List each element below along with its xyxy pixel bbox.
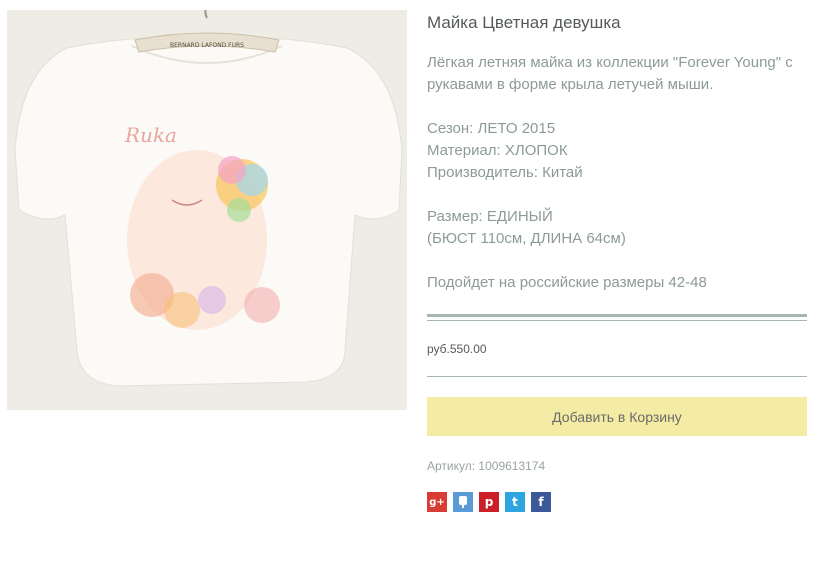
sku-label: Артикул: xyxy=(427,459,476,473)
divider xyxy=(427,314,807,317)
product-title: Майка Цветная девушка xyxy=(427,13,621,32)
share-buttons: g+ p t f xyxy=(427,492,807,512)
twitter-icon[interactable]: t xyxy=(505,492,525,512)
spec-season: Сезон: ЛЕТО 2015 xyxy=(427,120,556,137)
spec-manufacturer: Производитель: Китай xyxy=(427,164,583,181)
digg-shape xyxy=(459,496,467,508)
fit-note: Подойдет на российские размеры 42-48 xyxy=(427,274,707,291)
pinterest-icon[interactable]: p xyxy=(479,492,499,512)
sku: Артикул: 1009613174 xyxy=(427,458,807,474)
product-info: Майка Цветная девушка Лёгкая летняя майк… xyxy=(427,10,807,512)
spec-material: Материал: ХЛОПОК xyxy=(427,142,568,159)
tshirt-illustration: BERNARD LAFOND FURS Ruka xyxy=(7,10,407,410)
divider xyxy=(427,320,807,321)
divider xyxy=(427,376,807,377)
hanger-tag-text: BERNARD LAFOND FURS xyxy=(170,42,244,49)
digg-icon[interactable] xyxy=(453,492,473,512)
description-text: Лёгкая летняя майка из коллекции "Foreve… xyxy=(427,54,793,93)
size-label: Размер: ЕДИНЫЙ xyxy=(427,208,553,225)
add-to-cart-button[interactable]: Добавить в Корзину xyxy=(427,397,807,436)
product-image[interactable]: BERNARD LAFOND FURS Ruka xyxy=(7,10,407,410)
print-text: Ruka xyxy=(124,123,177,147)
facebook-icon[interactable]: f xyxy=(531,492,551,512)
product-description: Лёгкая летняя майка из коллекции "Foreve… xyxy=(427,52,807,294)
product-price: руб.550.00 xyxy=(427,342,487,356)
sku-value: 1009613174 xyxy=(478,459,546,473)
google-plus-icon[interactable]: g+ xyxy=(427,492,447,512)
size-measurements: (БЮСТ 110см, ДЛИНА 64см) xyxy=(427,230,626,247)
